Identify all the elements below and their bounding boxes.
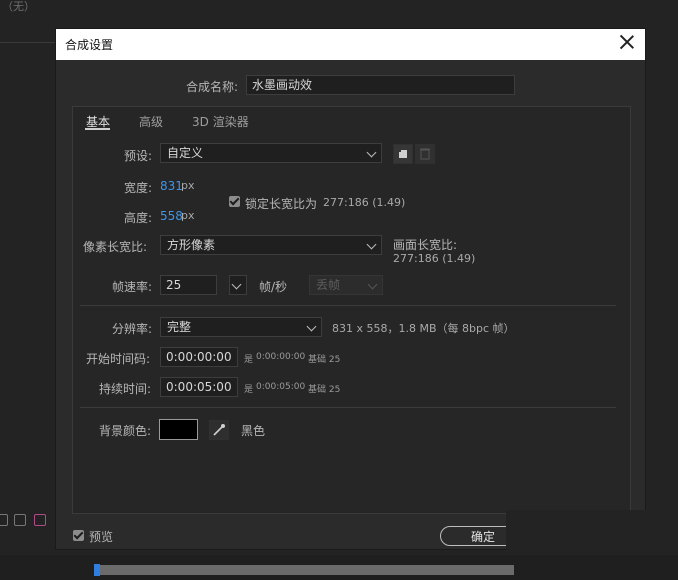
drop-frame-value: 丢帧: [316, 278, 341, 292]
duration-info: 0:00:05:00: [256, 382, 306, 392]
start-timecode-input[interactable]: 0:00:00:00: [160, 347, 238, 367]
duration-input[interactable]: 0:00:05:00: [160, 377, 238, 397]
width-unit: px: [181, 179, 195, 192]
dialog-title: 合成设置: [65, 38, 114, 52]
bg-color-name: 黑色: [241, 424, 266, 438]
frame-rate-unit: 帧/秒: [259, 280, 288, 294]
resolution-info: 831 x 558，1.8 MB（每 8bpc 帧）: [332, 322, 515, 335]
start-timecode-base: 基础 25: [308, 355, 341, 365]
width-value[interactable]: 831: [160, 179, 183, 193]
composition-settings-dialog: 合成设置 合成名称: 水墨画动效 基本 高级 3D 渲染器 预设: 自定义 宽度…: [56, 29, 645, 549]
background-icon-3[interactable]: [34, 514, 46, 526]
background-icon-2[interactable]: [14, 514, 26, 526]
start-timecode-info: 0:00:00:00: [256, 352, 306, 362]
height-value[interactable]: 558: [160, 209, 183, 223]
section-divider: [80, 407, 616, 408]
drop-frame-dropdown[interactable]: 丢帧: [309, 275, 383, 295]
chevron-down-icon: [367, 279, 378, 290]
background-icon-1[interactable]: [0, 514, 8, 526]
duration-label: 持续时间:: [99, 382, 152, 396]
close-icon[interactable]: [619, 34, 635, 50]
start-timecode-prefix: 是: [244, 355, 254, 365]
frame-aspect-value: 277:186 (1.49): [393, 252, 476, 265]
playhead-handle[interactable]: [94, 564, 100, 576]
comp-name-input[interactable]: 水墨画动效: [246, 75, 515, 95]
resolution-label: 分辨率:: [112, 322, 153, 336]
pixel-aspect-value: 方形像素: [167, 238, 216, 252]
overlay-cover: [506, 510, 678, 555]
chevron-down-icon: [306, 321, 317, 332]
timeline-scrubber[interactable]: [94, 565, 514, 575]
frame-aspect-label: 画面长宽比:: [393, 238, 458, 252]
duration-prefix: 是: [244, 385, 254, 395]
save-preset-button[interactable]: [393, 144, 413, 164]
tab-advanced[interactable]: 高级: [139, 113, 163, 130]
eyedropper-icon: [213, 424, 225, 436]
trash-icon: [420, 148, 430, 160]
height-unit: px: [181, 209, 195, 222]
preset-dropdown[interactable]: 自定义: [160, 143, 382, 163]
save-preset-icon: [398, 149, 407, 158]
preset-label: 预设:: [124, 149, 153, 163]
lock-aspect-checkbox[interactable]: [229, 196, 240, 207]
start-timecode-label: 开始时间码:: [86, 352, 151, 366]
active-tab-indicator: [85, 128, 110, 130]
background-divider: [0, 42, 56, 43]
eyedropper-button[interactable]: [209, 420, 229, 440]
lock-aspect-value: 277:186 (1.49): [323, 196, 406, 209]
background-label: （无）: [2, 0, 35, 13]
duration-base: 基础 25: [308, 385, 341, 395]
section-divider: [80, 305, 616, 306]
width-label: 宽度:: [124, 181, 153, 195]
background-toolbar: [0, 510, 56, 528]
height-label: 高度:: [124, 211, 153, 225]
settings-panel: [72, 106, 631, 514]
pixel-aspect-label: 像素长宽比:: [83, 240, 148, 254]
frame-rate-input[interactable]: 25: [160, 275, 217, 295]
preview-label: 预览: [89, 530, 114, 544]
chevron-down-icon: [231, 279, 242, 290]
frame-rate-dropdown[interactable]: [229, 275, 247, 295]
bg-color-label: 背景颜色:: [99, 424, 152, 438]
tab-3d-renderer[interactable]: 3D 渲染器: [192, 113, 249, 130]
preview-checkbox[interactable]: [73, 530, 84, 541]
comp-name-label: 合成名称:: [186, 80, 239, 94]
preset-value: 自定义: [167, 146, 204, 160]
delete-preset-button[interactable]: [415, 144, 435, 164]
pixel-aspect-dropdown[interactable]: 方形像素: [160, 235, 382, 255]
lock-aspect-label: 锁定长宽比为: [245, 197, 318, 211]
dialog-titlebar: 合成设置: [56, 29, 645, 60]
bg-color-swatch[interactable]: [159, 419, 198, 440]
resolution-value: 完整: [167, 320, 192, 334]
resolution-dropdown[interactable]: 完整: [160, 317, 322, 337]
frame-rate-label: 帧速率:: [112, 280, 153, 294]
chevron-down-icon: [366, 239, 377, 250]
chevron-down-icon: [366, 147, 377, 158]
